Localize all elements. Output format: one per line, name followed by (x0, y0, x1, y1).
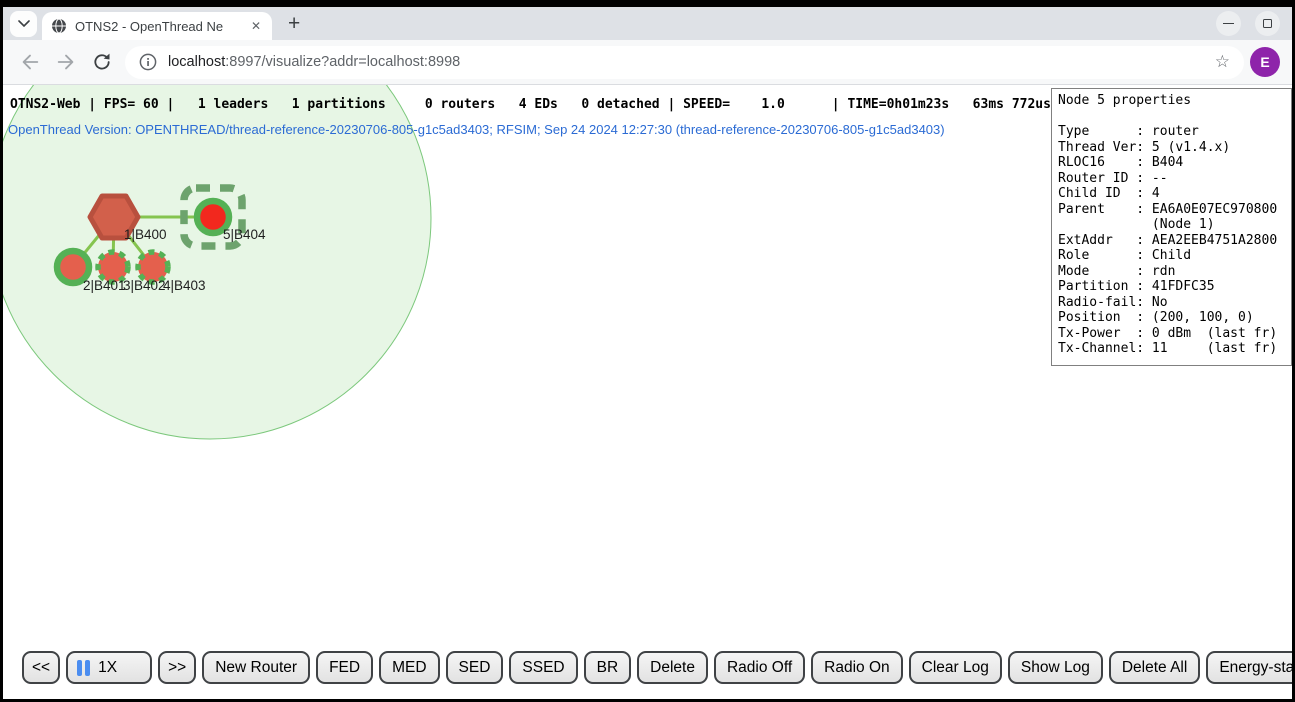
delete-all-button[interactable]: Delete All (1109, 651, 1200, 684)
tab-title: OTNS2 - OpenThread Ne (75, 19, 241, 34)
action-bar: << 1X >> New Router FED MED SED SSED BR … (22, 651, 1292, 684)
speed-pause-button[interactable]: 1X (66, 651, 152, 684)
openthread-version-line: OpenThread Version: OPENTHREAD/thread-re… (8, 122, 945, 137)
ssed-button[interactable]: SSED (509, 651, 577, 684)
tab-strip: OTNS2 - OpenThread Ne ✕ + (3, 7, 1292, 40)
bookmark-star-icon[interactable]: ☆ (1215, 52, 1230, 72)
site-info-icon[interactable] (139, 53, 157, 71)
tab-close-icon[interactable]: ✕ (249, 19, 263, 33)
sed-button[interactable]: SED (446, 651, 504, 684)
reload-icon (92, 52, 112, 72)
delete-button[interactable]: Delete (637, 651, 708, 684)
address-bar[interactable]: localhost:8997/visualize?addr=localhost:… (125, 46, 1244, 79)
forward-button[interactable] (51, 47, 81, 77)
node-4-label: 4|B403 (163, 278, 206, 293)
otns-visualization-page: 1|B400 5|B404 2|B401 3|B402 4|B403 OTNS2… (3, 85, 1292, 699)
speed-label: 1X (98, 659, 117, 677)
minimize-icon (1223, 23, 1234, 24)
pause-icon (77, 660, 90, 676)
new-tab-button[interactable]: + (284, 13, 304, 34)
globe-favicon-icon (51, 18, 67, 34)
node-1-label: 1|B400 (124, 227, 167, 242)
window-controls (1216, 11, 1280, 36)
tab-search-button[interactable] (10, 11, 37, 37)
browser-tab[interactable]: OTNS2 - OpenThread Ne ✕ (42, 12, 272, 40)
url-path: :8997/visualize?addr=localhost:8998 (225, 54, 460, 70)
node-3-label: 3|B402 (123, 278, 166, 293)
new-router-button[interactable]: New Router (202, 651, 310, 684)
profile-avatar[interactable]: E (1250, 47, 1280, 77)
maximize-button[interactable] (1255, 11, 1280, 36)
reload-button[interactable] (87, 47, 117, 77)
browser-window: OTNS2 - OpenThread Ne ✕ + (0, 0, 1295, 702)
back-arrow-icon (19, 51, 41, 73)
node-2-label: 2|B401 (83, 278, 126, 293)
med-button[interactable]: MED (379, 651, 439, 684)
speed-down-button[interactable]: << (22, 651, 60, 684)
url-host: localhost (168, 54, 225, 70)
radio-on-button[interactable]: Radio On (811, 651, 902, 684)
minimize-button[interactable] (1216, 11, 1241, 36)
browser-toolbar: localhost:8997/visualize?addr=localhost:… (3, 40, 1292, 85)
show-log-button[interactable]: Show Log (1008, 651, 1103, 684)
clear-log-button[interactable]: Clear Log (909, 651, 1002, 684)
back-button[interactable] (15, 47, 45, 77)
node-properties-panel: Node 5 properties Type : router Thread V… (1051, 88, 1292, 366)
radio-off-button[interactable]: Radio Off (714, 651, 805, 684)
forward-arrow-icon (55, 51, 77, 73)
energy-stats-button[interactable]: Energy-stats ↗ (1206, 651, 1292, 684)
fed-button[interactable]: FED (316, 651, 373, 684)
maximize-icon (1263, 19, 1272, 28)
node-5-label: 5|B404 (223, 227, 266, 242)
url-text[interactable]: localhost:8997/visualize?addr=localhost:… (168, 54, 1204, 70)
speed-up-button[interactable]: >> (158, 651, 196, 684)
node-properties-title: Node 5 properties (1058, 93, 1285, 109)
br-button[interactable]: BR (584, 651, 632, 684)
simulation-status-line: OTNS2-Web | FPS= 60 | 1 leaders 1 partit… (10, 97, 1051, 112)
chevron-down-icon (18, 20, 30, 27)
node-properties-body: Type : router Thread Ver: 5 (v1.4.x) RLO… (1058, 124, 1285, 357)
